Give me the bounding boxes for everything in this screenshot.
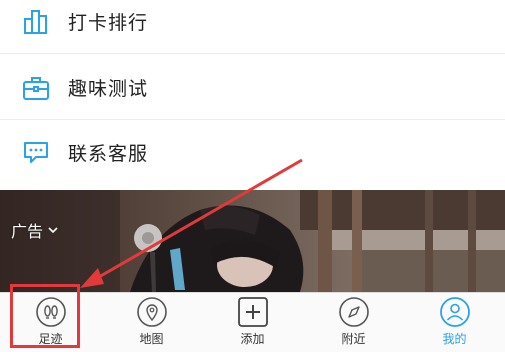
tab-label: 足迹	[38, 332, 63, 346]
tab-label: 地图	[139, 332, 164, 346]
tab-label: 我的	[442, 332, 467, 346]
map-pin-icon	[136, 297, 167, 327]
user-icon	[439, 297, 470, 327]
ranking-icon	[24, 9, 47, 34]
bottom-tab-bar: 足迹 地图 添加 附近 我的	[0, 292, 505, 352]
tab-map[interactable]: 地图	[101, 293, 202, 352]
plus-icon	[237, 297, 268, 327]
menu-item-fun-test[interactable]: 趣味测试	[0, 56, 505, 120]
tab-label: 附近	[341, 332, 366, 346]
tab-label: 添加	[240, 332, 265, 346]
menu-item-customer-service[interactable]: 联系客服	[0, 120, 505, 184]
tab-footprint[interactable]: 足迹	[0, 293, 101, 352]
ad-label-text: 广告	[11, 222, 44, 241]
compass-icon	[338, 297, 369, 327]
briefcase-icon	[23, 76, 49, 100]
footprint-icon	[35, 297, 66, 327]
menu-item-label: 趣味测试	[68, 78, 149, 100]
menu-item-label: 联系客服	[68, 142, 149, 165]
ad-label[interactable]: 广告	[11, 218, 59, 242]
ad-banner-image	[0, 190, 505, 292]
tab-add[interactable]: 添加	[202, 293, 303, 352]
chevron-down-icon	[48, 227, 58, 234]
tab-nearby[interactable]: 附近	[303, 293, 404, 352]
menu-item-ranking[interactable]: 打卡排行	[0, 0, 505, 54]
tab-mine[interactable]: 我的	[404, 293, 505, 352]
menu-item-label: 打卡排行	[68, 12, 149, 34]
chat-icon	[24, 142, 48, 163]
ad-banner[interactable]: 广告	[0, 190, 505, 292]
